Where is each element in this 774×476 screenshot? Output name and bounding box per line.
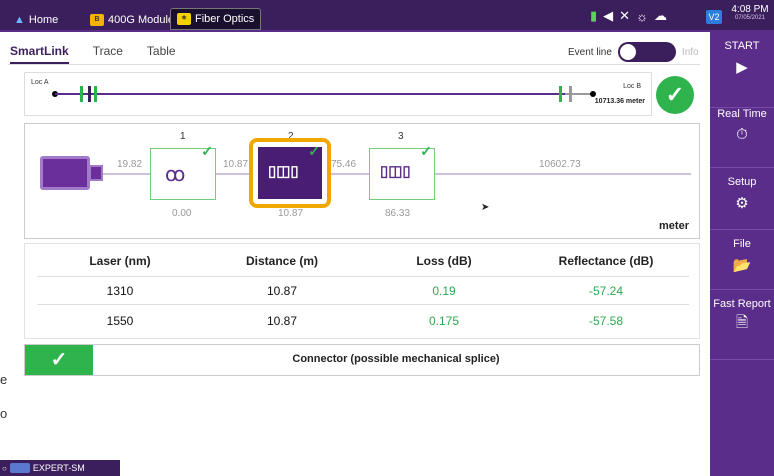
divider	[8, 64, 700, 65]
fast-report-button[interactable]: Fast Report 🗎	[710, 290, 774, 360]
folder-icon: 📂	[732, 257, 752, 274]
fiber-line-graphic	[103, 173, 691, 175]
connector-icon: ▯◫▯	[380, 163, 411, 180]
event-2-connector-selected[interactable]: ▯◫▯ ✓	[249, 138, 331, 208]
col-reflectance: Reflectance (dB)	[558, 254, 654, 268]
link-overview: Loc A Loc B 10713.36 meter	[24, 72, 652, 116]
radio-icon: ○	[2, 463, 7, 473]
header-divider	[37, 276, 689, 277]
clock: 4:08 PM 07/05/2021	[728, 4, 772, 21]
event-position-2: 10.87	[278, 208, 304, 219]
start-button[interactable]: START ▶	[710, 32, 774, 108]
tab-400g-module[interactable]: B 400G Module	[84, 10, 180, 30]
module-icon: B	[90, 14, 104, 26]
segment-length-1: 19.82	[117, 159, 143, 170]
link-line-graphic	[52, 86, 596, 102]
home-icon: ▲	[14, 14, 25, 26]
expert-sm-label: EXPERT-SM	[32, 463, 85, 473]
row2-loss: 0.175	[428, 314, 460, 328]
check-icon: ✓	[308, 143, 320, 159]
toggle-knob	[619, 44, 636, 60]
real-time-button[interactable]: Real Time ⏱	[710, 108, 774, 168]
otdr-device-icon	[40, 156, 90, 190]
battery-icon: ▮	[590, 8, 598, 23]
col-loss: Loss (dB)	[416, 254, 472, 268]
report-icon: 🗎	[735, 314, 749, 331]
tools-icon[interactable]: ✕	[619, 8, 630, 24]
fast-report-label: Fast Report	[713, 298, 771, 310]
row1-laser: 1310	[106, 284, 134, 298]
status-icons: ▮ ◀ ✕ ☼ ☁	[590, 8, 667, 24]
edge-text-fragment: e	[0, 372, 8, 387]
event-position-3: 86.33	[385, 208, 411, 219]
row2-distance: 10.87	[266, 314, 298, 328]
event-number-3: 3	[398, 131, 404, 142]
mouse-cursor-icon: ➤	[481, 202, 490, 213]
event-line-toggle[interactable]	[617, 42, 676, 62]
tab-fiber-label: Fiber Optics	[195, 13, 255, 25]
splice-loop-icon: ꝏ	[165, 164, 186, 186]
cloud-icon[interactable]: ☁	[654, 8, 667, 24]
setup-label: Setup	[727, 176, 757, 188]
tab-smartlink[interactable]: SmartLink	[10, 44, 69, 64]
connector-selected-box: ▯◫▯ ✓	[258, 143, 322, 199]
setup-button[interactable]: Setup ⚙	[710, 168, 774, 230]
event-3-connector[interactable]: ▯◫▯ ✓	[369, 143, 435, 200]
results-table: Laser (nm) Distance (m) Loss (dB) Reflec…	[24, 243, 700, 339]
verdict-text: Connector (possible mechanical splice)	[292, 353, 500, 365]
segment-length-2: 10.87	[223, 159, 249, 170]
event-line-control: Event line Info	[568, 42, 699, 62]
real-time-label: Real Time	[717, 108, 767, 120]
clock-time: 4:08 PM	[731, 4, 769, 15]
event-line-label: Event line	[568, 46, 612, 58]
tab-home-label: Home	[28, 14, 59, 26]
row-divider	[37, 304, 689, 305]
file-label: File	[733, 238, 751, 250]
col-laser: Laser (nm)	[89, 254, 151, 268]
event-verdict: ✓ Connector (possible mechanical splice)	[24, 344, 700, 376]
version-badge: V2	[706, 10, 722, 24]
event-1-splice[interactable]: ꝏ ✓	[150, 143, 216, 200]
row1-loss: 0.19	[432, 284, 456, 298]
link-pass-check-icon: ✓	[656, 76, 694, 114]
edge-text-fragment: o	[0, 406, 8, 421]
check-icon: ✓	[201, 143, 213, 159]
verdict-check-icon: ✓	[25, 345, 93, 375]
expert-sm-tag[interactable]: ○ EXPERT-SM	[0, 460, 120, 476]
side-panel: START ▶ Real Time ⏱ Setup ⚙ File 📂 Fast …	[710, 32, 774, 476]
event-diagram: 19.82 10.87 75.46 10602.73 1 ꝏ ✓ 0.00 2 …	[24, 123, 700, 239]
check-icon: ✓	[420, 143, 432, 159]
tab-home[interactable]: ▲ Home	[8, 10, 64, 30]
start-label: START	[724, 40, 760, 52]
tab-module-label: 400G Module	[108, 14, 175, 26]
tab-table[interactable]: Table	[147, 44, 176, 64]
fiber-optics-icon: ✶	[177, 13, 191, 25]
connector-icon: ▯◫▯	[268, 163, 299, 180]
distance-unit: meter	[659, 220, 689, 232]
col-distance: Distance (m)	[245, 254, 319, 268]
wifi-icon[interactable]: ☼	[636, 9, 648, 24]
event-position-1: 0.00	[172, 208, 192, 219]
event-number-1: 1	[180, 131, 186, 142]
tab-trace[interactable]: Trace	[93, 44, 123, 64]
row1-reflectance: -57.24	[588, 284, 624, 298]
stopwatch-icon: ⏱	[736, 126, 748, 143]
top-bar: ▲ Home B 400G Module ✶ Fiber Optics ▮ ◀ …	[0, 0, 774, 32]
row2-reflectance: -57.58	[588, 314, 624, 328]
row2-laser: 1550	[106, 314, 134, 328]
file-button[interactable]: File 📂	[710, 230, 774, 290]
gear-icon: ⚙	[735, 195, 749, 212]
clock-date: 07/05/2021	[734, 15, 766, 21]
segment-length-3: 75.46	[331, 159, 357, 170]
expert-sm-icon	[9, 463, 30, 473]
segment-length-4: 10602.73	[539, 159, 581, 170]
play-icon: ▶	[736, 59, 748, 76]
tab-fiber-optics[interactable]: ✶ Fiber Optics	[170, 8, 262, 30]
otdr-port-icon	[89, 165, 103, 181]
speaker-icon[interactable]: ◀	[603, 8, 613, 24]
view-tabs: SmartLink Trace Table	[10, 44, 176, 64]
row1-distance: 10.87	[266, 284, 298, 298]
info-label[interactable]: Info	[682, 47, 699, 58]
